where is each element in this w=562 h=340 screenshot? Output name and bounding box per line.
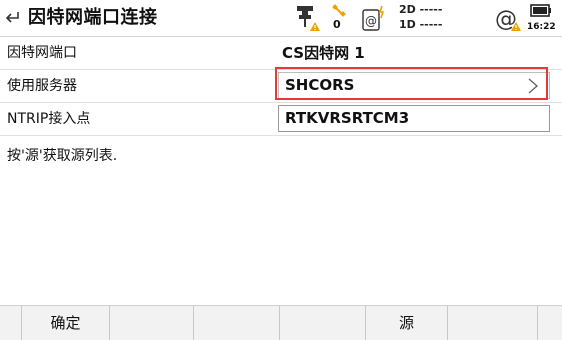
server-value: SHCORS bbox=[285, 76, 355, 94]
internet-link-icon[interactable]: @ bbox=[361, 4, 389, 32]
ntrip-mountpoint-value: RTKVRSRTCM3 bbox=[285, 109, 410, 127]
battery-icon[interactable] bbox=[528, 3, 554, 21]
source-button[interactable]: 源 bbox=[366, 306, 448, 340]
server-label: 使用服务器 bbox=[7, 78, 77, 94]
clock-time: 16:22 bbox=[527, 22, 556, 32]
precision-1d: 1D ----- bbox=[399, 18, 443, 31]
ntrip-mountpoint-row: NTRIP接入点 RTKVRSRTCM3 bbox=[0, 103, 562, 136]
satellite-icon[interactable] bbox=[332, 4, 348, 18]
internet-port-row: 因特网端口 CS因特网 1 bbox=[0, 37, 562, 70]
softkey-empty-4[interactable] bbox=[280, 306, 366, 340]
server-row: 使用服务器 SHCORS bbox=[0, 70, 562, 103]
back-icon[interactable] bbox=[2, 6, 26, 30]
softkey-empty-3[interactable] bbox=[194, 306, 280, 340]
internet-port-label: 因特网端口 bbox=[7, 45, 77, 61]
chevron-right-icon bbox=[528, 78, 539, 94]
gnss-receiver-icon[interactable] bbox=[294, 4, 320, 32]
internet-port-value[interactable]: CS因特网 1 bbox=[282, 37, 365, 69]
confirm-button[interactable]: 确定 bbox=[22, 306, 110, 340]
satellite-count: 0 bbox=[333, 18, 341, 31]
softkey-bar: 确定 源 bbox=[0, 305, 562, 340]
ntrip-mountpoint-input[interactable]: RTKVRSRTCM3 bbox=[278, 105, 550, 132]
softkey-empty-2[interactable] bbox=[110, 306, 194, 340]
hint-text: 按'源'获取源列表. bbox=[7, 148, 118, 164]
server-select[interactable]: SHCORS bbox=[278, 72, 550, 99]
ntrip-mountpoint-label: NTRIP接入点 bbox=[7, 111, 91, 127]
softkey-empty-6[interactable] bbox=[448, 306, 538, 340]
page-title: 因特网端口连接 bbox=[28, 7, 158, 28]
softkey-spacer-left bbox=[0, 306, 22, 340]
precision-2d: 2D ----- bbox=[399, 3, 443, 16]
network-status-icon[interactable]: @ bbox=[494, 4, 524, 32]
header-bar: 因特网端口连接 0 @ 2D ----- 1D ----- @ 16:22 bbox=[0, 0, 562, 37]
svg-text:@: @ bbox=[365, 14, 377, 28]
